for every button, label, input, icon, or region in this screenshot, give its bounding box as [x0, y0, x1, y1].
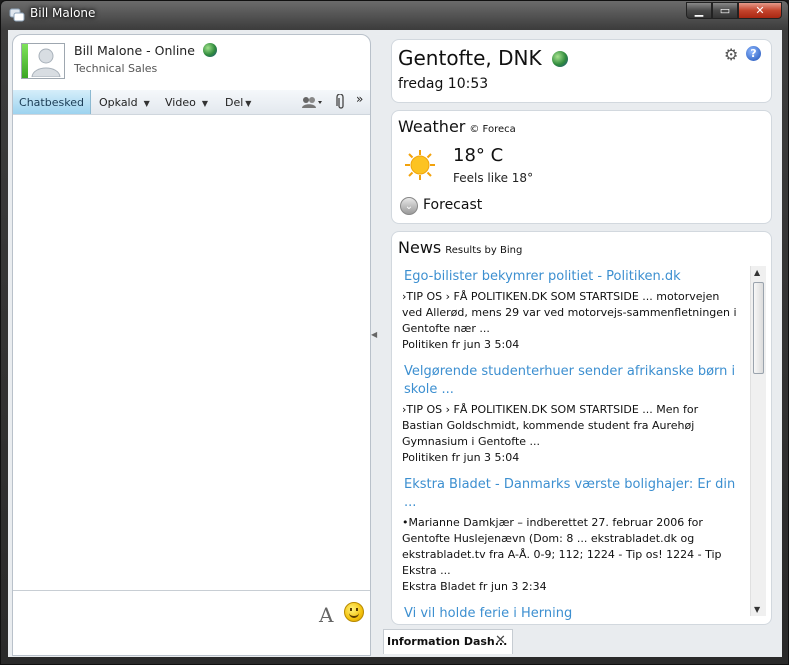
- app-window: Bill Malone ▁ ▭ ✕ Bill Malone - Online T…: [0, 0, 789, 665]
- help-icon[interactable]: ?: [746, 46, 761, 61]
- news-credit: Results by Bing: [445, 245, 523, 256]
- person-icon: [31, 48, 61, 77]
- video-label: Video: [165, 96, 196, 109]
- chevron-down-icon[interactable]: ▼: [202, 99, 208, 108]
- share-label: Del: [225, 96, 244, 109]
- conversation-pane: Bill Malone - Online Technical Sales Cha…: [12, 34, 371, 656]
- font-icon[interactable]: A: [319, 603, 333, 627]
- attachment-icon[interactable]: [336, 94, 346, 110]
- news-scrollbar[interactable]: ▲ ▼: [750, 266, 766, 616]
- scroll-down-icon[interactable]: ▼: [754, 605, 760, 614]
- news-title: News Results by Bing: [398, 238, 522, 257]
- information-dashboard: Gentofte, DNK fredag 10:53 ⚙ ? Weather © …: [381, 30, 782, 657]
- chevron-down-icon: ▼: [245, 99, 252, 108]
- location-card: Gentofte, DNK fredag 10:53 ⚙ ?: [391, 39, 772, 103]
- list-item: Ekstra Bladet - Danmarks værste bolighaj…: [402, 476, 738, 595]
- close-icon[interactable]: ✕: [495, 633, 506, 648]
- list-item: Ego-bilister bekymrer politiet - Politik…: [402, 268, 738, 353]
- news-source: Politiken fr jun 3 5:04: [402, 451, 520, 464]
- globe-icon[interactable]: [552, 51, 568, 67]
- minimize-button[interactable]: ▁: [686, 2, 712, 19]
- maximize-icon: ▭: [719, 4, 731, 17]
- news-headline-link[interactable]: Vi vil holde ferie i Herning: [404, 605, 738, 620]
- scrollbar-thumb[interactable]: [753, 282, 764, 374]
- location-title: Gentofte, DNK: [398, 46, 542, 70]
- list-item: Vi vil holde ferie i Herning: [402, 605, 738, 620]
- tab-information-dashboard[interactable]: Information Dash... ✕: [383, 629, 513, 654]
- forecast-toggle[interactable]: Forecast: [423, 197, 482, 213]
- scroll-up-icon[interactable]: ▲: [754, 268, 760, 277]
- close-icon: ✕: [755, 4, 765, 17]
- weather-credit: © Foreca: [469, 124, 516, 135]
- temperature: 18° C: [453, 145, 504, 166]
- share-button[interactable]: Del ▼: [225, 96, 251, 109]
- chat-history[interactable]: [13, 115, 370, 589]
- close-button[interactable]: ✕: [738, 2, 782, 19]
- window-title: Bill Malone: [30, 6, 96, 20]
- globe-icon[interactable]: [203, 43, 217, 57]
- contact-card: Bill Malone - Online Technical Sales: [13, 35, 370, 89]
- gear-icon[interactable]: ⚙: [724, 45, 738, 64]
- news-heading: News: [398, 238, 442, 257]
- add-people-icon[interactable]: [301, 95, 323, 109]
- weather-title: Weather © Foreca: [398, 117, 516, 136]
- news-card: News Results by Bing Ego-bilister bekymre…: [391, 231, 772, 625]
- news-snippet: ›TIP OS › FÅ POLITIKEN.DK SOM STARTSIDE …: [402, 403, 699, 448]
- news-list: Ego-bilister bekymrer politiet - Politik…: [402, 268, 738, 620]
- call-button[interactable]: Opkald ▼: [99, 96, 150, 109]
- location-time: fredag 10:53: [398, 76, 489, 92]
- chevron-down-icon[interactable]: ⌄: [400, 197, 418, 215]
- app-icon: [9, 8, 25, 22]
- weather-card: Weather © Foreca 18° C Feels like 18° ⌄ F…: [391, 110, 772, 224]
- maximize-button[interactable]: ▭: [712, 2, 738, 19]
- tab-label: Information Dash...: [387, 635, 508, 648]
- chevron-down-icon[interactable]: ▼: [144, 99, 150, 108]
- news-source: Ekstra Bladet fr jun 3 2:34: [402, 580, 547, 593]
- presence-bar: [22, 44, 28, 78]
- news-headline-link[interactable]: Velgørende studenterhuer sender afrikans…: [404, 363, 738, 399]
- avatar[interactable]: [21, 43, 65, 79]
- contact-title: Technical Sales: [74, 62, 158, 75]
- contact-name: Bill Malone - Online: [74, 43, 195, 58]
- minimize-icon: ▁: [694, 4, 704, 17]
- window-controls: ▁ ▭ ✕: [686, 2, 782, 20]
- news-headline-link[interactable]: Ekstra Bladet - Danmarks værste bolighaj…: [404, 476, 738, 512]
- client-area: Bill Malone - Online Technical Sales Cha…: [8, 30, 782, 657]
- weather-heading: Weather: [398, 117, 466, 136]
- message-input[interactable]: A: [13, 590, 370, 655]
- more-button[interactable]: »: [356, 92, 363, 106]
- title-bar[interactable]: Bill Malone ▁ ▭ ✕: [1, 1, 788, 29]
- list-item: Velgørende studenterhuer sender afrikans…: [402, 363, 738, 466]
- news-headline-link[interactable]: Ego-bilister bekymrer politiet - Politik…: [404, 268, 738, 286]
- collapse-arrow-icon[interactable]: ◀: [371, 330, 377, 339]
- news-snippet: ›TIP OS › FÅ POLITIKEN.DK SOM STARTSIDE …: [402, 290, 737, 335]
- news-snippet: •Marianne Damkjær – indberettet 27. febr…: [402, 516, 722, 577]
- video-button[interactable]: Video ▼: [165, 96, 208, 109]
- feels-like: Feels like 18°: [453, 171, 534, 185]
- conversation-toolbar: Chatbesked Opkald ▼ Video ▼ Del ▼ »: [13, 90, 370, 115]
- emoticon-icon[interactable]: [344, 602, 364, 622]
- sun-icon: [405, 150, 435, 180]
- news-source: Politiken fr jun 3 5:04: [402, 338, 520, 351]
- chat-button[interactable]: Chatbesked: [13, 90, 91, 114]
- call-label: Opkald: [99, 96, 138, 109]
